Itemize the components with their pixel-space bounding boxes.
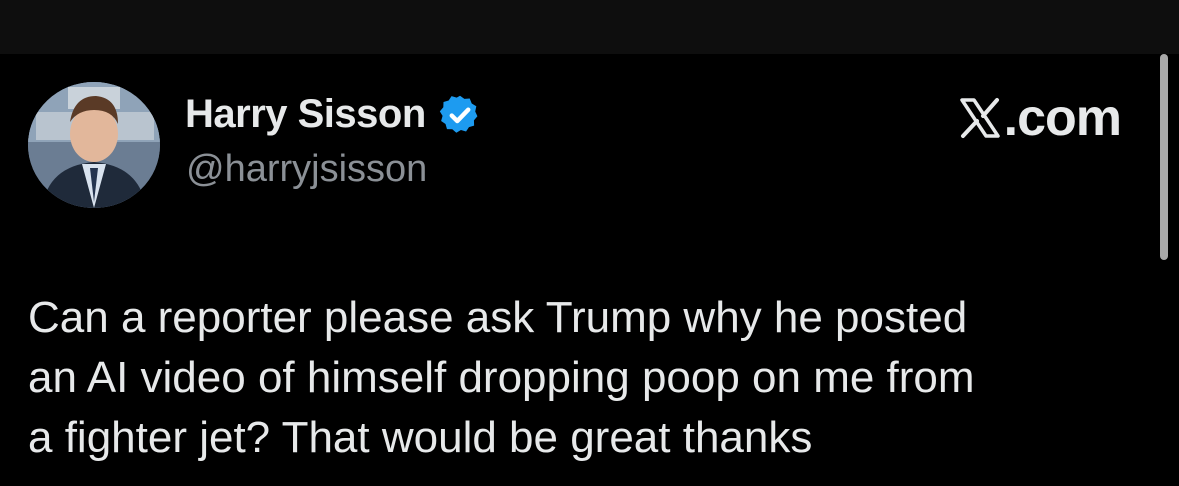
x-logo-icon <box>958 96 1002 140</box>
author-name[interactable]: Harry Sisson <box>185 92 482 137</box>
avatar-photo <box>28 82 160 208</box>
scrollbar[interactable] <box>1160 54 1168 260</box>
verified-badge-icon <box>438 93 482 137</box>
author-name-label: Harry Sisson <box>185 92 426 136</box>
author-handle[interactable]: @harryjsisson <box>186 148 427 191</box>
tweet-line: an AI video of himself dropping poop on … <box>28 353 975 402</box>
avatar[interactable] <box>28 82 160 208</box>
tweet-text: Can a reporter please ask Trump why he p… <box>28 288 1148 468</box>
tweet-line: a fighter jet? That would be great thank… <box>28 413 813 462</box>
top-bar <box>0 0 1179 54</box>
brand-label: .com <box>1003 89 1122 147</box>
brand-watermark: .com <box>958 88 1122 148</box>
tweet-line: Can a reporter please ask Trump why he p… <box>28 293 968 342</box>
